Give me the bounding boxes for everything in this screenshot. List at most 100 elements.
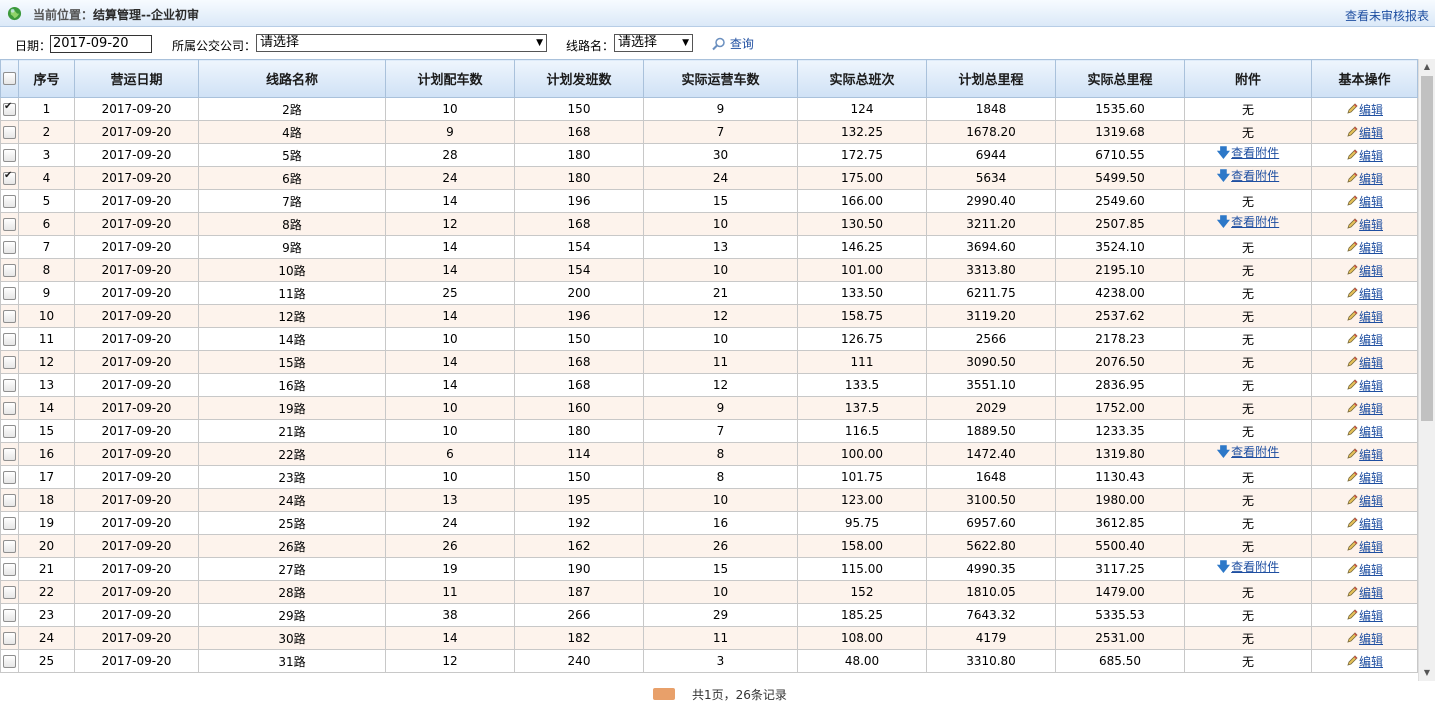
edit-link[interactable]: 编辑 [1359, 632, 1383, 646]
row-checkbox[interactable] [3, 655, 16, 668]
edit-link[interactable]: 编辑 [1359, 517, 1383, 531]
pager-button[interactable] [653, 688, 675, 700]
pencil-icon[interactable] [1346, 240, 1358, 253]
attachment-cell[interactable]: 🡇查看附件 [1184, 143, 1312, 167]
view-attachment-link[interactable]: 查看附件 [1231, 146, 1279, 160]
actions-cell[interactable]: 编辑 [1311, 304, 1418, 328]
pencil-icon[interactable] [1346, 401, 1358, 414]
row-checkbox[interactable] [3, 126, 16, 139]
pencil-icon[interactable] [1346, 217, 1358, 230]
actions-cell[interactable]: 编辑 [1311, 258, 1418, 282]
row-select-cell[interactable] [0, 603, 19, 627]
route-select[interactable]: 请选择 ▼ [614, 34, 693, 52]
pencil-icon[interactable] [1346, 286, 1358, 299]
pencil-icon[interactable] [1346, 148, 1358, 161]
pencil-icon[interactable] [1346, 539, 1358, 552]
actions-cell[interactable]: 编辑 [1311, 212, 1418, 236]
edit-link[interactable]: 编辑 [1359, 655, 1383, 669]
edit-link[interactable]: 编辑 [1359, 609, 1383, 623]
row-select-cell[interactable] [0, 212, 19, 236]
scroll-up-icon[interactable]: ▲ [1419, 59, 1435, 75]
row-select-cell[interactable] [0, 304, 19, 328]
pencil-icon[interactable] [1346, 332, 1358, 345]
edit-link[interactable]: 编辑 [1359, 425, 1383, 439]
pencil-icon[interactable] [1346, 585, 1358, 598]
row-checkbox[interactable] [3, 310, 16, 323]
row-checkbox[interactable] [3, 586, 16, 599]
row-checkbox[interactable] [3, 149, 16, 162]
edit-link[interactable]: 编辑 [1359, 264, 1383, 278]
pencil-icon[interactable] [1346, 493, 1358, 506]
actions-cell[interactable]: 编辑 [1311, 281, 1418, 305]
download-arrow-icon[interactable]: 🡇 [1217, 445, 1230, 460]
row-select-cell[interactable] [0, 281, 19, 305]
row-checkbox[interactable] [3, 563, 16, 576]
pencil-icon[interactable] [1346, 355, 1358, 368]
view-attachment-link[interactable]: 查看附件 [1231, 560, 1279, 574]
actions-cell[interactable]: 编辑 [1311, 511, 1418, 535]
edit-link[interactable]: 编辑 [1359, 540, 1383, 554]
download-arrow-icon[interactable]: 🡇 [1217, 560, 1230, 575]
edit-link[interactable]: 编辑 [1359, 448, 1383, 462]
row-select-cell[interactable] [0, 235, 19, 259]
actions-cell[interactable]: 编辑 [1311, 442, 1418, 466]
row-select-cell[interactable] [0, 350, 19, 374]
row-checkbox[interactable] [3, 264, 16, 277]
row-select-cell[interactable] [0, 373, 19, 397]
row-checkbox[interactable] [3, 471, 16, 484]
scroll-down-icon[interactable]: ▼ [1419, 665, 1435, 681]
attachment-cell[interactable]: 🡇查看附件 [1184, 166, 1312, 190]
row-select-cell[interactable] [0, 465, 19, 489]
row-checkbox[interactable] [3, 402, 16, 415]
pencil-icon[interactable] [1346, 654, 1358, 667]
edit-link[interactable]: 编辑 [1359, 494, 1383, 508]
attachment-cell[interactable]: 🡇查看附件 [1184, 442, 1312, 466]
attachment-cell[interactable]: 🡇查看附件 [1184, 212, 1312, 236]
pencil-icon[interactable] [1346, 263, 1358, 276]
row-checkbox[interactable] [3, 287, 16, 300]
pencil-icon[interactable] [1346, 125, 1358, 138]
row-checkbox[interactable] [3, 448, 16, 461]
row-checkbox[interactable] [3, 333, 16, 346]
row-select-cell[interactable] [0, 580, 19, 604]
actions-cell[interactable]: 编辑 [1311, 97, 1418, 121]
actions-cell[interactable]: 编辑 [1311, 189, 1418, 213]
pencil-icon[interactable] [1346, 516, 1358, 529]
actions-cell[interactable]: 编辑 [1311, 373, 1418, 397]
download-arrow-icon[interactable]: 🡇 [1217, 215, 1230, 230]
row-select-cell[interactable] [0, 396, 19, 420]
download-arrow-icon[interactable]: 🡇 [1217, 146, 1230, 161]
row-checkbox[interactable] [3, 517, 16, 530]
edit-link[interactable]: 编辑 [1359, 126, 1383, 140]
vertical-scrollbar[interactable]: ▲ ▼ [1418, 59, 1435, 681]
date-input[interactable]: 2017-09-20 [50, 35, 152, 53]
row-checkbox[interactable] [3, 356, 16, 369]
view-attachment-link[interactable]: 查看附件 [1231, 215, 1279, 229]
row-select-cell[interactable] [0, 120, 19, 144]
row-checkbox[interactable] [3, 241, 16, 254]
actions-cell[interactable]: 编辑 [1311, 419, 1418, 443]
edit-link[interactable]: 编辑 [1359, 379, 1383, 393]
edit-link[interactable]: 编辑 [1359, 356, 1383, 370]
pencil-icon[interactable] [1346, 309, 1358, 322]
row-select-cell[interactable] [0, 166, 19, 190]
pencil-icon[interactable] [1346, 194, 1358, 207]
actions-cell[interactable]: 编辑 [1311, 327, 1418, 351]
edit-link[interactable]: 编辑 [1359, 333, 1383, 347]
edit-link[interactable]: 编辑 [1359, 195, 1383, 209]
pencil-icon[interactable] [1346, 424, 1358, 437]
pencil-icon[interactable] [1346, 608, 1358, 621]
actions-cell[interactable]: 编辑 [1311, 350, 1418, 374]
row-select-cell[interactable] [0, 258, 19, 282]
view-attachment-link[interactable]: 查看附件 [1231, 445, 1279, 459]
row-select-cell[interactable] [0, 189, 19, 213]
pencil-icon[interactable] [1346, 447, 1358, 460]
edit-link[interactable]: 编辑 [1359, 287, 1383, 301]
edit-link[interactable]: 编辑 [1359, 103, 1383, 117]
row-checkbox[interactable] [3, 540, 16, 553]
edit-link[interactable]: 编辑 [1359, 402, 1383, 416]
row-checkbox[interactable] [3, 195, 16, 208]
row-select-cell[interactable] [0, 649, 19, 673]
row-checkbox[interactable] [3, 379, 16, 392]
edit-link[interactable]: 编辑 [1359, 586, 1383, 600]
